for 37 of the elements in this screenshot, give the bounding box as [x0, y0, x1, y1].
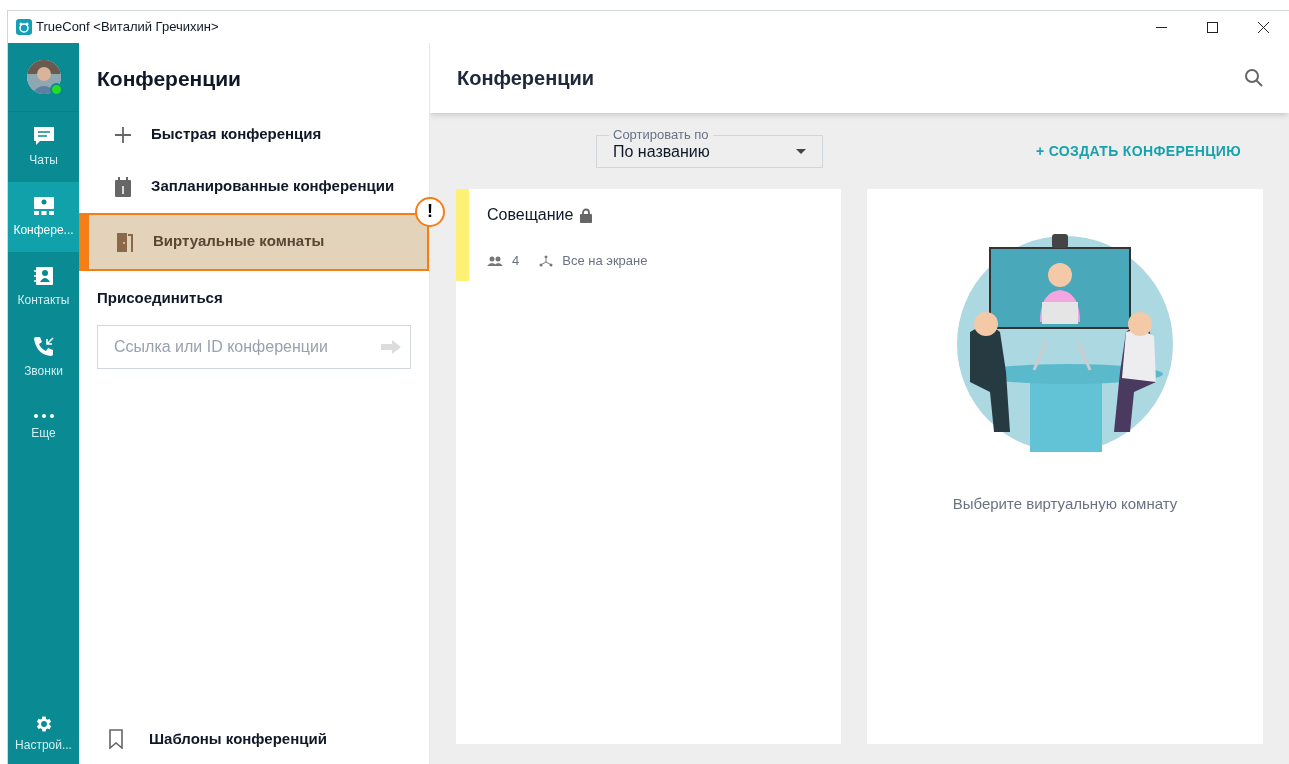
nav-tab[interactable]: Еще [8, 392, 79, 462]
people-icon [487, 255, 503, 266]
bookmark-icon [109, 729, 123, 749]
layout-icon [539, 254, 554, 267]
room-list-item[interactable]: Совещание 4 Все на экране [456, 189, 841, 281]
phone-icon [32, 334, 55, 357]
caret-icon [796, 148, 806, 154]
nav-tab[interactable]: Конфере... [8, 182, 79, 252]
menu-item[interactable]: Быстрая конференция [79, 108, 429, 161]
nav-tab[interactable]: Чаты [8, 112, 79, 182]
menu-item[interactable]: Виртуальные комнаты [79, 212, 429, 271]
more-icon [32, 412, 55, 419]
maximize-icon[interactable] [1207, 21, 1218, 33]
search-icon[interactable] [1244, 68, 1264, 88]
nav-tab[interactable]: Звонки [8, 322, 79, 392]
empty-state-hint: Выберите виртуальную комнату [952, 494, 1178, 514]
settings-tab[interactable]: Настрой... [8, 704, 79, 764]
create-conference-button[interactable]: + СОЗДАТЬ КОНФЕРЕНЦИЮ [1035, 140, 1241, 162]
contacts-icon [33, 265, 54, 286]
room-name: Совещание [487, 205, 574, 225]
door-icon [116, 231, 134, 252]
page-title: Конференции [457, 66, 595, 91]
conference-link-field[interactable]: Ссылка или ID конференции [97, 325, 411, 369]
user-avatar[interactable] [26, 60, 61, 94]
participant-count: 4 [512, 252, 520, 270]
calendar-icon [115, 176, 131, 197]
section-heading: Присоединиться [96, 287, 224, 308]
nav-tab[interactable]: Контакты [8, 252, 79, 322]
conference-icon [32, 195, 55, 216]
panel-title: Конференции [96, 66, 243, 92]
close-icon[interactable] [1258, 21, 1269, 33]
menu-item[interactable]: Шаблоны конференций [79, 716, 429, 762]
plus-icon [115, 126, 131, 143]
layout-mode: Все на экране [562, 252, 648, 270]
chat-icon [32, 125, 55, 146]
window-title: TrueConf <Виталий Гречихин> [36, 18, 219, 37]
app-logo-icon [16, 19, 32, 35]
